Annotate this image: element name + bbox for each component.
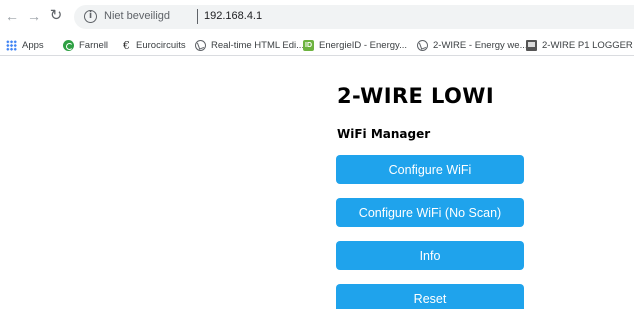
bookmarks-bar: Apps Farnell € Eurocircuits Real-time HT… xyxy=(0,34,634,56)
bookmark-realtime-html[interactable]: Real-time HTML Edi... xyxy=(195,37,304,53)
security-label[interactable]: Niet beveiligd xyxy=(104,10,170,22)
energieid-icon: ID xyxy=(303,39,314,51)
bookmark-energieid[interactable]: ID EnergieID - Energy... xyxy=(303,37,407,53)
url-text[interactable]: 192.168.4.1 xyxy=(204,10,262,22)
bookmark-label: Real-time HTML Edi... xyxy=(211,39,305,51)
page-title: 2-WIRE LOWI xyxy=(337,84,495,108)
bookmark-apps[interactable]: Apps xyxy=(6,37,44,53)
info-button[interactable]: Info xyxy=(336,241,524,270)
info-icon[interactable]: i xyxy=(84,10,97,23)
configure-wifi-no-scan-button[interactable]: Configure WiFi (No Scan) xyxy=(336,198,524,227)
bookmark-label: Eurocircuits xyxy=(136,39,186,51)
bookmark-eurocircuits[interactable]: € Eurocircuits xyxy=(122,37,186,53)
bookmark-label: 2-WIRE - Energy we... xyxy=(433,39,528,51)
bookmark-label: Apps xyxy=(22,39,44,51)
bookmark-farnell[interactable]: Farnell xyxy=(63,37,108,53)
arrow-left-icon[interactable]: ← xyxy=(4,8,20,24)
bookmark-label: Farnell xyxy=(79,39,109,51)
globe-icon xyxy=(417,39,428,51)
configure-wifi-button[interactable]: Configure WiFi xyxy=(336,155,524,184)
globe-icon xyxy=(195,39,206,51)
reset-button[interactable]: Reset xyxy=(336,284,524,309)
page-subtitle: WiFi Manager xyxy=(337,127,431,141)
address-bar[interactable]: i Niet beveiligd 192.168.4.1 xyxy=(74,5,634,29)
bookmark-2wire-logger[interactable]: 2-WIRE P1 LOGGER xyxy=(526,37,633,53)
bookmark-label: EnergieID - Energy... xyxy=(319,39,408,51)
apps-grid-icon xyxy=(6,39,17,51)
address-separator xyxy=(197,9,198,24)
reload-icon[interactable]: ↻ xyxy=(48,8,64,24)
bookmark-label: 2-WIRE P1 LOGGER xyxy=(542,39,633,51)
arrow-right-icon[interactable]: → xyxy=(26,8,42,24)
browser-toolbar: ← → ↻ i Niet beveiligd 192.168.4.1 xyxy=(0,0,634,34)
bookmark-2wire-energy[interactable]: 2-WIRE - Energy we... xyxy=(417,37,528,53)
logger-icon xyxy=(526,39,537,51)
farnell-icon xyxy=(63,39,74,51)
eurocircuits-icon: € xyxy=(123,38,130,52)
